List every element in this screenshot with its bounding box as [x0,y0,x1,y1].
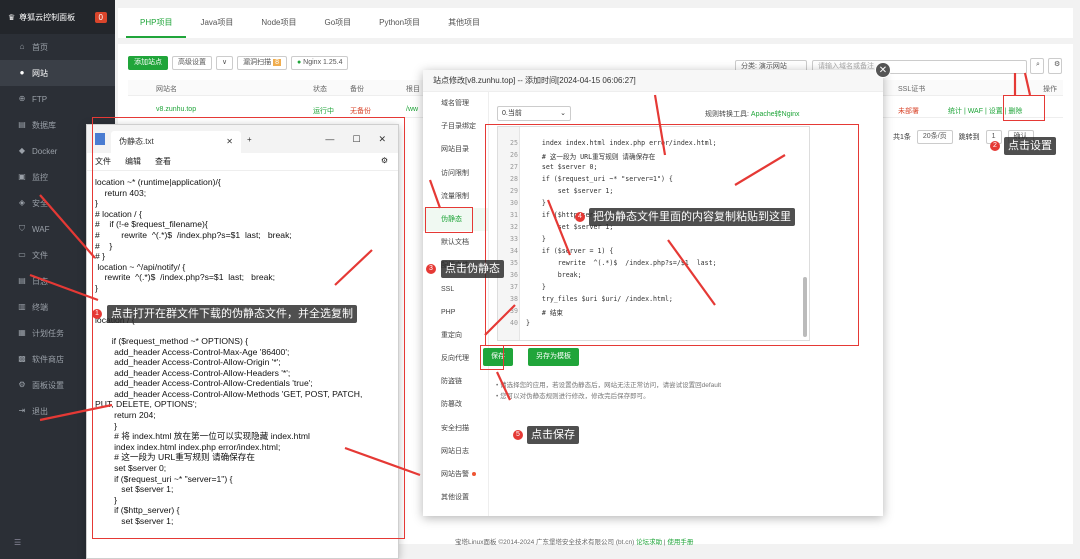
highlight-settings [1003,95,1045,121]
highlight-notepad [92,117,405,539]
step-callout: 点击设置 [1004,137,1056,155]
step-callout: 点击保存 [527,426,579,444]
step-badge: 2 [990,141,1000,151]
step-callout: 点击伪静态 [441,260,504,278]
arrow [428,179,442,209]
step-badge: 3 [426,264,436,274]
highlight-rewrite-tab [425,207,473,233]
arrow [496,371,511,401]
highlight-save [480,345,504,370]
step-badge: 5 [513,430,523,440]
step-callout: 把伪静态文件里面的内容复制粘贴到这里 [589,208,795,226]
arrow [39,194,96,259]
step-badge: 1 [92,309,102,319]
arrow [29,273,99,302]
step-badge: 4 [575,212,585,222]
highlight-editor [485,124,859,346]
arrow [1023,72,1032,96]
step-callout: 点击打开在群文件下载的伪静态文件，并全选复制 [107,305,357,323]
